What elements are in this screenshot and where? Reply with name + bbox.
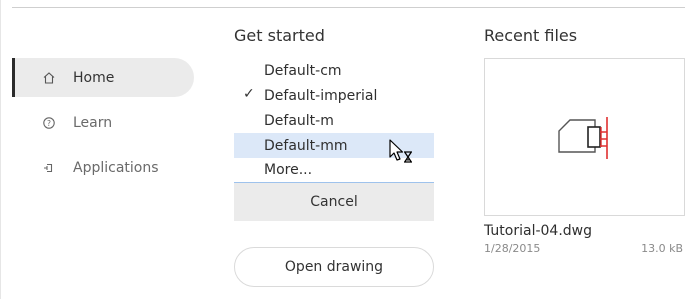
recent-file-thumbnail[interactable] bbox=[484, 58, 685, 216]
checkmark-icon: ✓ bbox=[243, 86, 255, 102]
recent-file-name[interactable]: Tutorial-04.dwg bbox=[484, 223, 592, 239]
template-label: Default-m bbox=[264, 112, 334, 129]
sidebar-item-learn[interactable]: ? Learn bbox=[12, 103, 194, 142]
template-label: Default-cm bbox=[264, 62, 342, 79]
template-item-default-mm[interactable]: Default-mm bbox=[234, 133, 434, 158]
template-label: More... bbox=[264, 162, 313, 178]
recent-file-date: 1/28/2015 bbox=[484, 242, 541, 255]
sidebar-item-home[interactable]: Home bbox=[12, 58, 194, 97]
top-divider bbox=[12, 7, 685, 8]
template-label: Default-imperial bbox=[264, 87, 378, 104]
template-item-default-m[interactable]: Default-m bbox=[234, 108, 434, 133]
applications-icon bbox=[42, 161, 56, 175]
sidebar-item-label: Applications bbox=[73, 159, 159, 176]
window-left-edge bbox=[0, 0, 1, 299]
template-item-default-imperial[interactable]: ✓ Default-imperial bbox=[234, 83, 434, 108]
sidebar-item-applications[interactable]: Applications bbox=[12, 148, 194, 187]
template-label: Default-mm bbox=[264, 137, 348, 154]
home-icon bbox=[42, 71, 56, 85]
cancel-button[interactable]: Cancel bbox=[234, 183, 434, 221]
sidebar-item-label: Home bbox=[73, 69, 115, 86]
recent-file-size: 13.0 kB bbox=[641, 242, 683, 255]
get-started-title: Get started bbox=[234, 26, 325, 45]
sidebar-item-label: Learn bbox=[73, 114, 113, 131]
open-drawing-button[interactable]: Open drawing bbox=[234, 247, 434, 287]
svg-text:?: ? bbox=[47, 118, 51, 127]
template-item-default-cm[interactable]: Default-cm bbox=[234, 58, 434, 83]
template-item-more[interactable]: More... bbox=[234, 158, 434, 183]
sidebar: Home ? Learn Applications bbox=[12, 58, 194, 193]
recent-files-title: Recent files bbox=[484, 26, 578, 45]
drawing-preview-icon bbox=[558, 117, 608, 159]
template-dropdown-list: Default-cm ✓ Default-imperial Default-m … bbox=[234, 58, 434, 183]
learn-icon: ? bbox=[42, 116, 56, 130]
